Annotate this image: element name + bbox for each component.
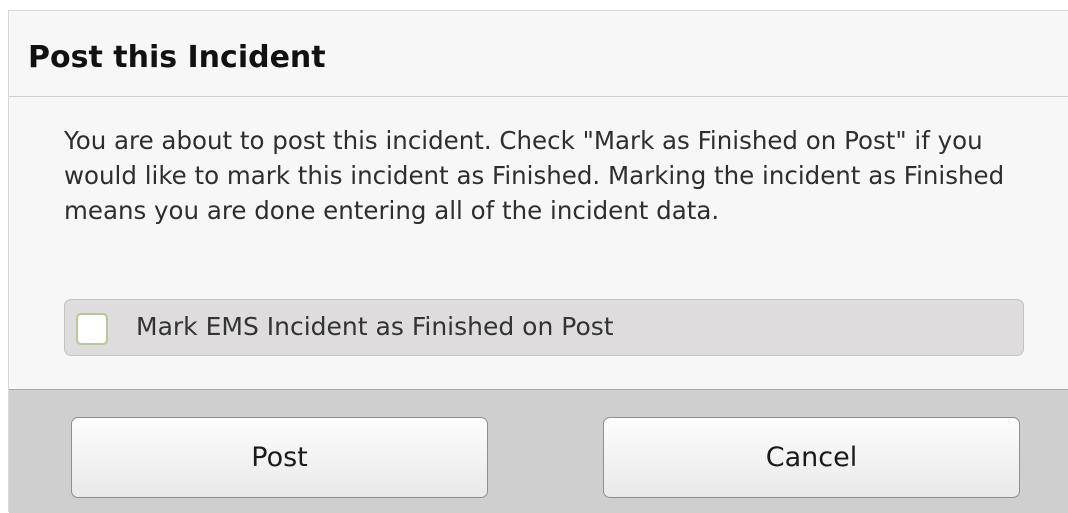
post-button[interactable]: Post — [71, 417, 488, 498]
cancel-button[interactable]: Cancel — [603, 417, 1020, 498]
mark-finished-checkbox[interactable] — [76, 313, 108, 345]
mark-finished-checkbox-row[interactable]: Mark EMS Incident as Finished on Post — [64, 299, 1024, 356]
dialog-footer: Post Cancel — [9, 389, 1068, 513]
dialog-message: You are about to post this incident. Che… — [64, 126, 1005, 225]
dialog-title: Post this Incident — [28, 40, 326, 75]
dialog-body: You are about to post this incident. Che… — [9, 97, 1068, 389]
dialog-header: Post this Incident — [9, 11, 1068, 97]
mark-finished-checkbox-label[interactable]: Mark EMS Incident as Finished on Post — [136, 310, 614, 344]
post-incident-dialog: Post this Incident You are about to post… — [8, 10, 1068, 513]
